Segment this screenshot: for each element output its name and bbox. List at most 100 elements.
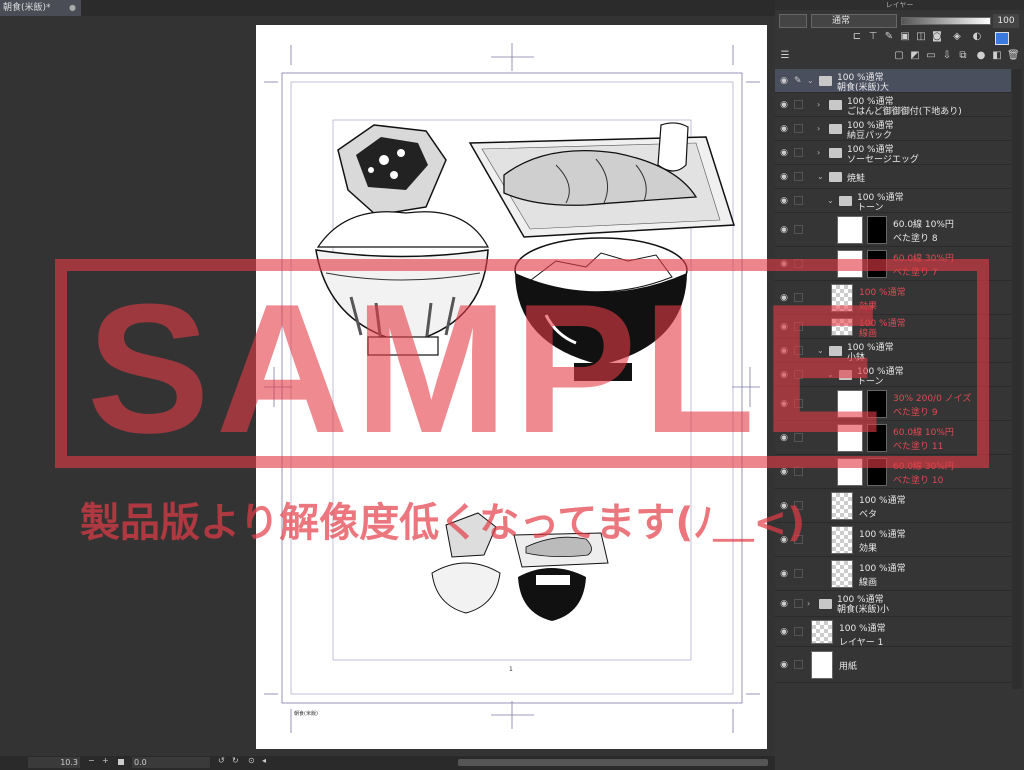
layer-lock-toggle[interactable] bbox=[794, 433, 803, 442]
layer-color-icon[interactable] bbox=[995, 32, 1009, 45]
visibility-eye-icon[interactable]: ◉ bbox=[779, 322, 789, 332]
layer-lock-toggle[interactable] bbox=[794, 322, 803, 331]
visibility-eye-icon[interactable]: ◉ bbox=[779, 196, 789, 206]
layer-row[interactable]: ◉ 100 %通常 効果 bbox=[775, 281, 1011, 315]
new-folder-icon[interactable]: ▭ bbox=[925, 50, 937, 62]
layer-row[interactable]: ◉ ⌄ 焼鮭 bbox=[775, 165, 1011, 189]
lock-icon[interactable]: ▣ bbox=[899, 31, 911, 43]
folder-collapse-icon[interactable]: ⌄ bbox=[807, 76, 814, 85]
palette-icon[interactable]: ◐ bbox=[971, 31, 983, 43]
layer-lock-toggle[interactable] bbox=[794, 467, 803, 476]
draft-icon[interactable]: ✎ bbox=[883, 31, 895, 43]
layer-lock-toggle[interactable] bbox=[794, 148, 803, 157]
expression-color-dropdown[interactable] bbox=[779, 14, 807, 28]
visibility-eye-icon[interactable]: ◉ bbox=[779, 399, 789, 409]
layer-row[interactable]: ◉ 用紙 bbox=[775, 647, 1011, 683]
layer-lock-toggle[interactable] bbox=[794, 100, 803, 109]
layer-lock-toggle[interactable] bbox=[794, 535, 803, 544]
layer-row[interactable]: ◉ ✎ ⌄ 100 %通常 朝食(米飯)大 bbox=[775, 69, 1011, 93]
zoom-field[interactable]: 10.3 bbox=[28, 757, 80, 768]
reset-rotation-icon[interactable]: ⊙ bbox=[248, 756, 255, 765]
blend-mode-select[interactable]: 通常 bbox=[811, 14, 897, 28]
zoom-in-button[interactable]: + bbox=[102, 756, 109, 765]
folder-collapse-icon[interactable]: ⌄ bbox=[817, 172, 824, 181]
layer-row[interactable]: ◉ 60.0線 30%円 ベた塗り 10 bbox=[775, 455, 1011, 489]
layer-lock-toggle[interactable] bbox=[794, 660, 803, 669]
horizontal-scrollbar[interactable] bbox=[458, 759, 768, 766]
layer-lock-toggle[interactable] bbox=[794, 599, 803, 608]
layer-row[interactable]: ◉ › 100 %通常 ソーセージエッグ bbox=[775, 141, 1011, 165]
visibility-eye-icon[interactable]: ◉ bbox=[779, 346, 789, 356]
visibility-eye-icon[interactable]: ◉ bbox=[779, 569, 789, 579]
layer-row[interactable]: ◉ 100 %通常 効果 bbox=[775, 523, 1011, 557]
flip-icon[interactable]: ◂ bbox=[262, 756, 266, 765]
layer-row[interactable]: ◉ ⌄ 100 %通常 小鉢 bbox=[775, 339, 1011, 363]
new-vector-layer-icon[interactable]: ◩ bbox=[909, 50, 921, 62]
folder-collapse-icon[interactable]: ⌄ bbox=[827, 370, 834, 379]
canvas-area[interactable]: 1 朝食(米飯) bbox=[0, 16, 775, 756]
layer-row[interactable]: ◉ 30% 200/0 ノイズ ベた塗り 9 bbox=[775, 387, 1011, 421]
layer-lock-toggle[interactable] bbox=[794, 569, 803, 578]
combine-icon[interactable]: ⧉ bbox=[957, 50, 969, 62]
layer-list-scrollbar[interactable] bbox=[1012, 69, 1022, 689]
visibility-eye-icon[interactable]: ◉ bbox=[779, 627, 789, 637]
visibility-eye-icon[interactable]: ◉ bbox=[779, 100, 789, 110]
visibility-eye-icon[interactable]: ◉ bbox=[779, 467, 789, 477]
panel-menu-icon[interactable]: ☰ bbox=[779, 50, 791, 62]
delete-layer-icon[interactable]: 🗑 bbox=[1007, 50, 1020, 62]
reference-icon[interactable]: ⊤ bbox=[867, 31, 879, 43]
rotate-left-icon[interactable]: ↺ bbox=[218, 756, 225, 765]
layer-lock-toggle[interactable] bbox=[794, 225, 803, 234]
opacity-value[interactable]: 100 bbox=[993, 14, 1019, 28]
visibility-eye-icon[interactable]: ◉ bbox=[779, 535, 789, 545]
create-mask-icon[interactable]: ● bbox=[975, 50, 987, 62]
rotate-right-icon[interactable]: ↻ bbox=[232, 756, 239, 765]
layer-row[interactable]: ◉ 100 %通常 ベタ bbox=[775, 489, 1011, 523]
opacity-slider[interactable] bbox=[901, 17, 991, 25]
zoom-out-button[interactable]: − bbox=[88, 756, 95, 765]
layer-row[interactable]: ◉ ⌄ 100 %通常 トーン bbox=[775, 363, 1011, 387]
lock-transparency-icon[interactable]: ◫ bbox=[915, 31, 927, 43]
fit-icon[interactable] bbox=[118, 759, 124, 765]
layer-row[interactable]: ◉ 100 %通常 レイヤー 1 bbox=[775, 617, 1011, 648]
visibility-eye-icon[interactable]: ◉ bbox=[779, 501, 789, 511]
visibility-eye-icon[interactable]: ◉ bbox=[779, 293, 789, 303]
document-tab[interactable]: 朝食(米飯)* ● bbox=[0, 0, 81, 16]
layer-row[interactable]: ◉ 100 %通常 線画 bbox=[775, 557, 1011, 591]
apply-mask-icon[interactable]: ◧ bbox=[991, 50, 1003, 62]
visibility-eye-icon[interactable]: ◉ bbox=[779, 660, 789, 670]
visibility-eye-icon[interactable]: ◉ bbox=[779, 599, 789, 609]
ruler-icon[interactable]: ◈ bbox=[951, 31, 963, 43]
layer-lock-toggle[interactable] bbox=[794, 259, 803, 268]
layer-lock-toggle[interactable] bbox=[794, 627, 803, 636]
visibility-eye-icon[interactable]: ◉ bbox=[779, 370, 789, 380]
transfer-down-icon[interactable]: ⇩ bbox=[941, 50, 953, 62]
folder-expand-icon[interactable]: › bbox=[817, 100, 820, 109]
mask-icon[interactable]: ◙ bbox=[931, 31, 943, 43]
layer-row[interactable]: ◉ 60.0線 10%円 ベた塗り 8 bbox=[775, 213, 1011, 247]
folder-expand-icon[interactable]: › bbox=[817, 148, 820, 157]
visibility-eye-icon[interactable]: ◉ bbox=[779, 148, 789, 158]
layer-row[interactable]: ◉ › 100 %通常 ごはんど御御御付(下地あり) bbox=[775, 93, 1011, 117]
visibility-eye-icon[interactable]: ◉ bbox=[779, 124, 789, 134]
layer-lock-toggle[interactable] bbox=[794, 346, 803, 355]
visibility-eye-icon[interactable]: ◉ bbox=[779, 225, 789, 235]
visibility-eye-icon[interactable]: ◉ bbox=[779, 76, 789, 86]
layer-lock-toggle[interactable] bbox=[794, 293, 803, 302]
folder-expand-icon[interactable]: › bbox=[807, 599, 810, 608]
layer-row[interactable]: ◉ 100 %通常 線画 bbox=[775, 315, 1011, 339]
layer-row[interactable]: ◉ › 100 %通常 納豆パック bbox=[775, 117, 1011, 141]
layer-lock-toggle[interactable] bbox=[794, 172, 803, 181]
folder-collapse-icon[interactable]: ⌄ bbox=[817, 346, 824, 355]
layer-lock-toggle[interactable] bbox=[794, 196, 803, 205]
layer-lock-toggle[interactable] bbox=[794, 501, 803, 510]
layer-row[interactable]: ◉ 60.0線 10%円 ベた塗り 11 bbox=[775, 421, 1011, 455]
layer-row[interactable]: ◉ ⌄ 100 %通常 トーン bbox=[775, 189, 1011, 213]
layer-row[interactable]: ◉ 60.0線 30%円 ベた塗り 7 bbox=[775, 247, 1011, 281]
folder-collapse-icon[interactable]: ⌄ bbox=[827, 196, 834, 205]
visibility-eye-icon[interactable]: ◉ bbox=[779, 433, 789, 443]
close-tab-icon[interactable]: ● bbox=[69, 0, 76, 16]
new-raster-layer-icon[interactable]: ▢ bbox=[893, 50, 905, 62]
layer-row[interactable]: ◉ › 100 %通常 朝食(米飯)小 bbox=[775, 591, 1011, 617]
visibility-eye-icon[interactable]: ◉ bbox=[779, 172, 789, 182]
